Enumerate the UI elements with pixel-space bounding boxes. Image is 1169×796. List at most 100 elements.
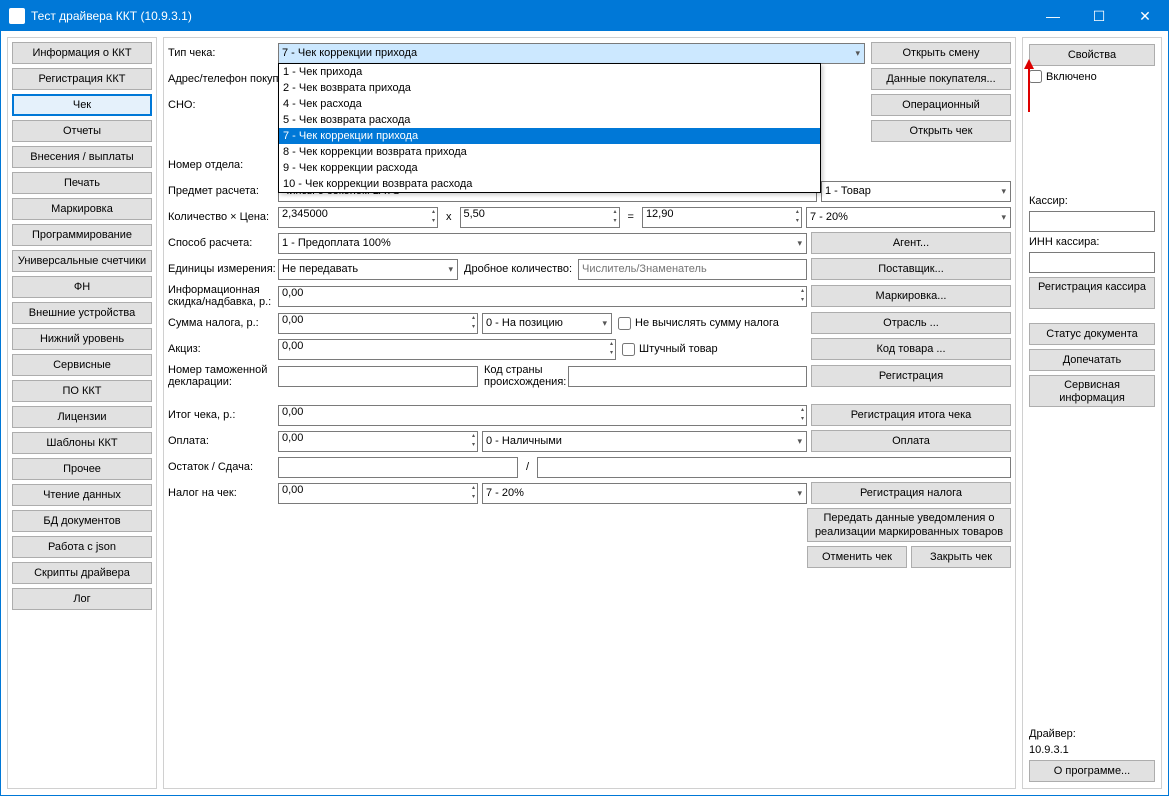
agent-button[interactable]: Агент... [811,232,1011,254]
main-panel: Тип чека: 7 - Чек коррекции прихода Откр… [163,37,1016,789]
nav-item-1[interactable]: Регистрация ККТ [12,68,152,90]
nav-item-4[interactable]: Внесения / выплаты [12,146,152,168]
driver-version: 10.9.3.1 [1029,744,1155,756]
label-sposob: Способ расчета: [168,237,278,249]
open-shift-button[interactable]: Открыть смену [871,42,1011,64]
kod-strany-input[interactable] [568,366,807,387]
ed-izm-combo[interactable]: Не передавать [278,259,458,280]
label-slash: / [518,461,537,473]
shtuchny-checkbox[interactable]: Штучный товар [622,343,811,356]
reg-itoga-button[interactable]: Регистрация итога чека [811,404,1011,426]
postavshik-button[interactable]: Поставщик... [811,258,1011,280]
reg-naloga-button[interactable]: Регистрация налога [811,482,1011,504]
label-drobnoe: Дробное количество: [458,263,578,275]
tovar-type-combo[interactable]: 1 - Товар [821,181,1011,202]
nav-item-7[interactable]: Программирование [12,224,152,246]
tip-cheka-dropdown[interactable]: 1 - Чек прихода2 - Чек возврата прихода4… [278,63,821,193]
buyer-data-button[interactable]: Данные покупателя... [871,68,1011,90]
nav-item-20[interactable]: Скрипты драйвера [12,562,152,584]
cena-input[interactable]: 5,50 [460,207,620,228]
nav-item-5[interactable]: Печать [12,172,152,194]
label-kod-strany: Код страны происхождения: [478,364,568,388]
dropdown-option[interactable]: 1 - Чек прихода [279,64,820,80]
nav-item-11[interactable]: Нижний уровень [12,328,152,350]
raschet-input[interactable]: 12,90 [642,207,802,228]
peredat-button[interactable]: Передать данные уведомления о реализации… [807,508,1011,542]
nav-item-3[interactable]: Отчеты [12,120,152,142]
minimize-button[interactable]: — [1030,1,1076,31]
nav-item-15[interactable]: Шаблоны ККТ [12,432,152,454]
otmenit-button[interactable]: Отменить чек [807,546,907,568]
sdacha-input[interactable] [537,457,1011,478]
oplata-type-combo[interactable]: 0 - Наличными [482,431,807,452]
registraciya-button[interactable]: Регистрация [811,365,1011,387]
nav-item-0[interactable]: Информация о ККТ [12,42,152,64]
nav-item-8[interactable]: Универсальные счетчики [12,250,152,272]
nav-item-16[interactable]: Прочее [12,458,152,480]
oplata-input[interactable]: 0,00 [278,431,478,452]
dopechatat-button[interactable]: Допечатать [1029,349,1155,371]
nav-item-2[interactable]: Чек [12,94,152,116]
label-kolvo-cena: Количество × Цена: [168,211,278,223]
inn-kassira-input[interactable] [1029,252,1155,273]
tip-cheka-combo[interactable]: 7 - Чек коррекции прихода [278,43,865,64]
info-skidka-input[interactable]: 0,00 [278,286,807,307]
label-predmet: Предмет расчета: [168,185,278,197]
nav-item-21[interactable]: Лог [12,588,152,610]
nav-item-12[interactable]: Сервисные [12,354,152,376]
status-doc-button[interactable]: Статус документа [1029,323,1155,345]
kolvo-input[interactable]: 2,345000 [278,207,438,228]
dropdown-option[interactable]: 4 - Чек расхода [279,96,820,112]
reg-kassira-button[interactable]: Регистрация кассира [1029,277,1155,309]
nav-item-9[interactable]: ФН [12,276,152,298]
dropdown-option[interactable]: 2 - Чек возврата прихода [279,80,820,96]
dropdown-option[interactable]: 5 - Чек возврата расхода [279,112,820,128]
label-eq: = [620,211,642,223]
vklyucheno-checkbox[interactable]: Включено [1029,70,1155,83]
drobnoe-input[interactable] [578,259,807,280]
nav-item-14[interactable]: Лицензии [12,406,152,428]
o-programme-button[interactable]: О программе... [1029,760,1155,782]
label-nomer-otdela: Номер отдела: [168,159,278,171]
servisnaya-button[interactable]: Сервисная информация [1029,375,1155,407]
oper-rekvizit-button[interactable]: Операционный реквизит... [871,94,1011,116]
summa-naloga-input[interactable]: 0,00 [278,313,478,334]
otrasl-button[interactable]: Отрасль ... [811,312,1011,334]
aktsiz-input[interactable]: 0,00 [278,339,616,360]
nalog-na-chek-input[interactable]: 0,00 [278,483,478,504]
nav-item-17[interactable]: Чтение данных [12,484,152,506]
dropdown-option[interactable]: 7 - Чек коррекции прихода [279,128,820,144]
dropdown-option[interactable]: 8 - Чек коррекции возврата прихода [279,144,820,160]
nav-item-19[interactable]: Работа с json [12,536,152,558]
na-poziciyu-combo[interactable]: 0 - На позицию [482,313,612,334]
nav-item-10[interactable]: Внешние устройства [12,302,152,324]
dropdown-option[interactable]: 10 - Чек коррекции возврата расхода [279,176,820,192]
oplata-button[interactable]: Оплата [811,430,1011,452]
sposob-combo[interactable]: 1 - Предоплата 100% [278,233,807,254]
itog-input[interactable]: 0,00 [278,405,807,426]
label-sno: СНО: [168,99,278,111]
close-button[interactable]: ✕ [1122,1,1168,31]
ne-vychislyat-checkbox[interactable]: Не вычислять сумму налога [618,317,811,330]
nalog-stavka-combo[interactable]: 7 - 20% [806,207,1011,228]
label-aktsiz: Акциз: [168,343,278,355]
nav-item-13[interactable]: ПО ККТ [12,380,152,402]
open-check-button[interactable]: Открыть чек [871,120,1011,142]
ostatok-input[interactable] [278,457,518,478]
markirovka-button[interactable]: Маркировка... [811,285,1011,307]
kassir-input[interactable] [1029,211,1155,232]
window-title: Тест драйвера ККТ (10.9.3.1) [31,9,1030,23]
zakryt-button[interactable]: Закрыть чек [911,546,1011,568]
label-oplata: Оплата: [168,435,278,447]
kod-tovara-button[interactable]: Код товара ... [811,338,1011,360]
annotation-arrow-right [1019,57,1039,117]
nav-item-6[interactable]: Маркировка [12,198,152,220]
label-nomer-tamozh: Номер таможенной декларации: [168,364,278,388]
label-inn-kassira: ИНН кассира: [1029,236,1155,248]
dropdown-option[interactable]: 9 - Чек коррекции расхода [279,160,820,176]
nalog-stavka2-combo[interactable]: 7 - 20% [482,483,807,504]
maximize-button[interactable]: ☐ [1076,1,1122,31]
svoystva-button[interactable]: Свойства [1029,44,1155,66]
nav-item-18[interactable]: БД документов [12,510,152,532]
nomer-tamozh-input[interactable] [278,366,478,387]
